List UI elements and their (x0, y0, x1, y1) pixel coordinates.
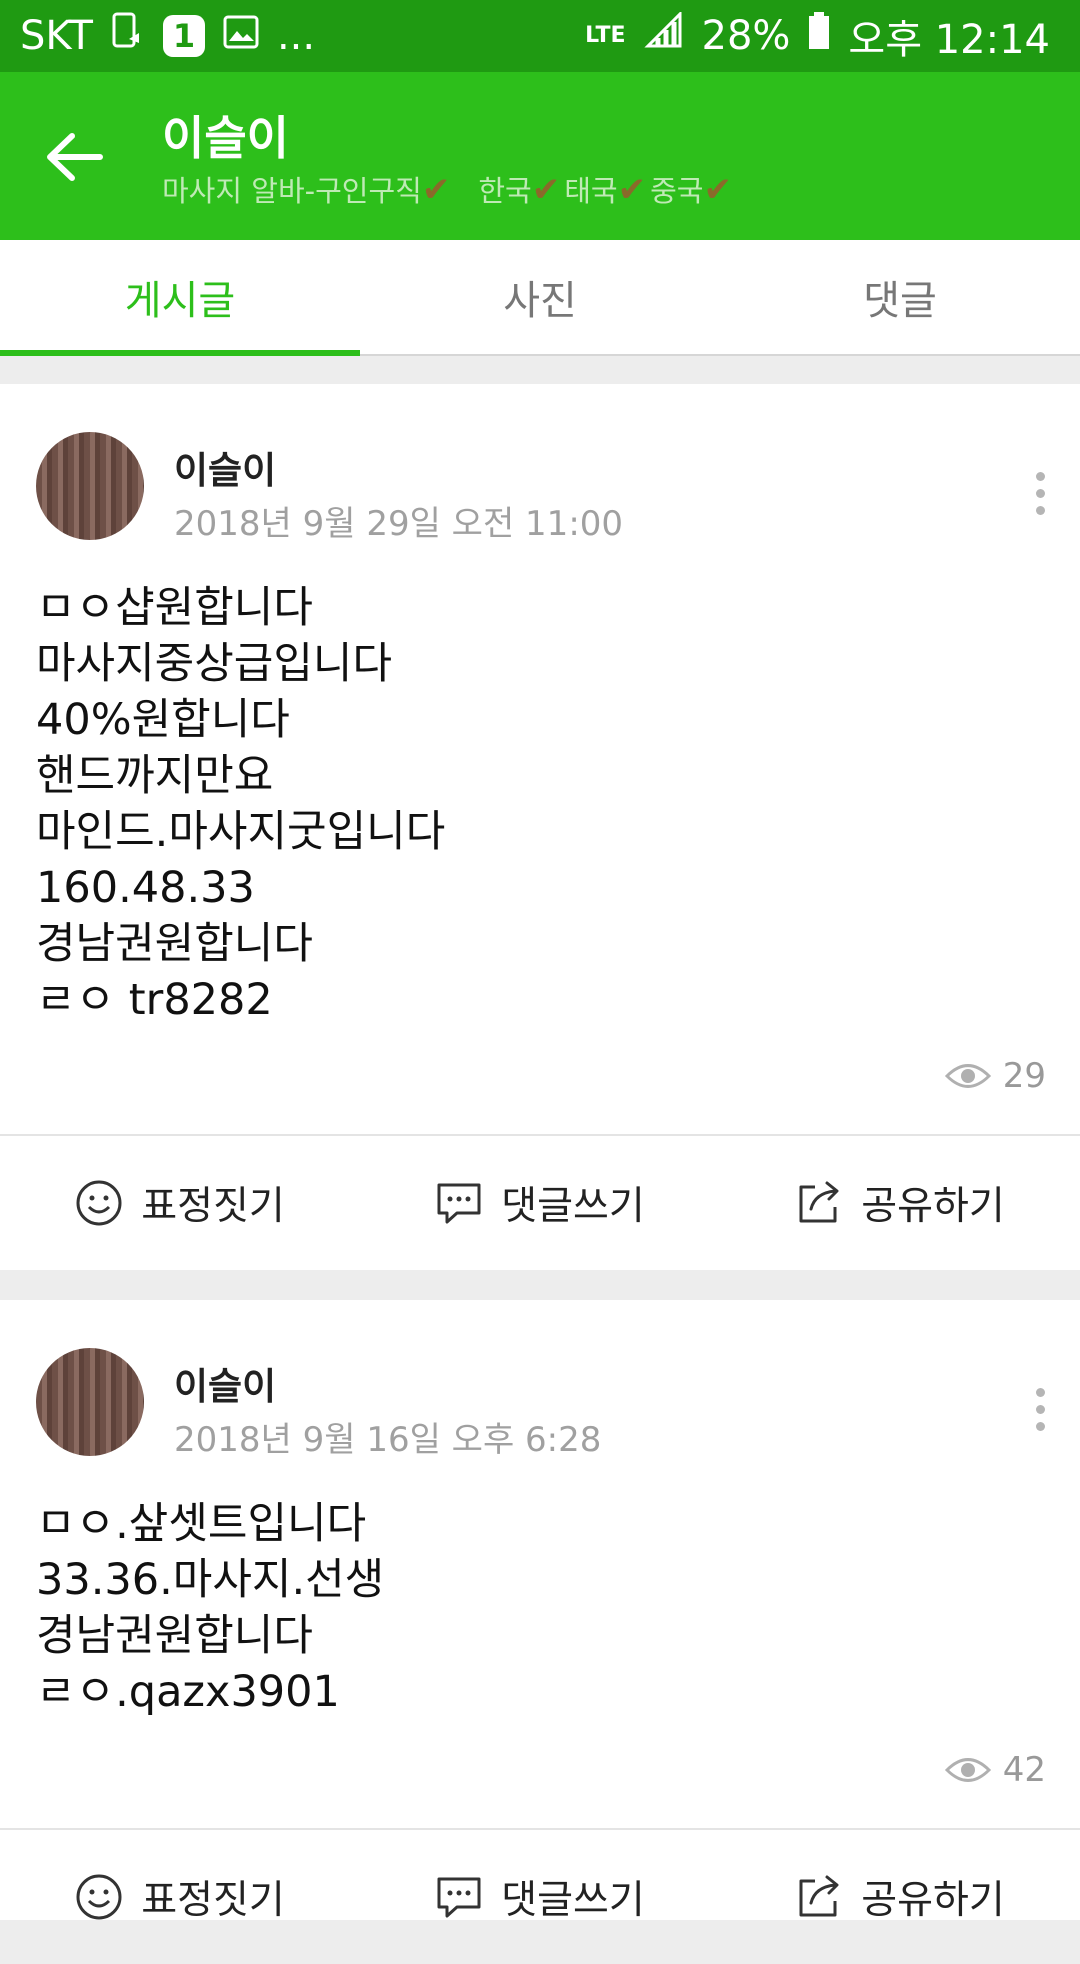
check-icon: ✔ (421, 170, 451, 210)
share-label: 공유하기 (861, 1184, 1005, 1229)
post-card: 이슬이 2018년 9월 29일 오전 11:00 ㅁㅇ샵원합니다 마사지중상급… (0, 384, 1080, 1270)
share-button[interactable]: 공유하기 (720, 1136, 1080, 1270)
comment-button[interactable]: 댓글쓰기 (360, 1830, 720, 1964)
post-author[interactable]: 이슬이 (174, 1356, 276, 1410)
comment-label: 댓글쓰기 (501, 1878, 645, 1923)
eye-icon (944, 1064, 991, 1088)
battery-icon (808, 12, 830, 60)
image-icon (223, 13, 259, 59)
react-button[interactable]: 표정짓기 (0, 1830, 360, 1964)
subtitle-tag-thailand: 태국 (564, 174, 618, 208)
react-button[interactable]: 표정짓기 (0, 1136, 360, 1270)
avatar[interactable] (36, 432, 144, 540)
comment-icon (437, 1183, 481, 1224)
eye-icon (944, 1758, 991, 1782)
post-date: 2018년 9월 29일 오전 11:00 (174, 504, 624, 544)
smiley-icon (76, 1180, 122, 1226)
back-button[interactable] (40, 122, 110, 192)
view-count: 42 (944, 1750, 1046, 1790)
comment-label: 댓글쓰기 (501, 1184, 645, 1229)
status-bar: SKT 1 ... LTE 28% 오후 12:14 (0, 0, 1080, 72)
tab-comments[interactable]: 댓글 (720, 240, 1080, 354)
share-icon (799, 1181, 839, 1223)
post-actions: 표정짓기 댓글쓰기 공유하기 (0, 1136, 1080, 1270)
tab-photos[interactable]: 사진 (360, 240, 720, 354)
view-count-value: 29 (1002, 1056, 1046, 1096)
comment-icon (437, 1877, 481, 1918)
more-options-icon[interactable] (1030, 1380, 1050, 1439)
react-label: 표정짓기 (141, 1878, 285, 1923)
view-count-value: 42 (1002, 1750, 1046, 1790)
post-body: ㅁㅇ.샆셋트입니다 33.36.마사지.선생 경남권원합니다 ㄹㅇ.qazx39… (36, 1499, 385, 1717)
post-actions: 표정짓기 댓글쓰기 공유하기 (0, 1830, 1080, 1964)
more-notifications: ... (276, 13, 316, 59)
share-icon (799, 1875, 839, 1917)
signal-icon (643, 10, 684, 60)
post-body: ㅁㅇ샵원합니다 마사지중상급입니다 40%원합니다 핸드까지만요 마인드.마사지… (36, 583, 446, 1025)
subtitle-tag-china: 중국 (650, 174, 704, 208)
clock: 오후 12:14 (848, 17, 1050, 63)
check-icon: ✔ (617, 170, 647, 210)
tab-bar: 게시글 사진 댓글 (0, 240, 1080, 356)
share-label: 공유하기 (861, 1878, 1005, 1923)
comment-button[interactable]: 댓글쓰기 (360, 1136, 720, 1270)
more-options-icon[interactable] (1030, 464, 1050, 523)
post-card: 이슬이 2018년 9월 16일 오후 6:28 ㅁㅇ.샆셋트입니다 33.36… (0, 1300, 1080, 1923)
check-icon: ✔ (703, 170, 732, 210)
app-header: 이슬이 마사지 알바-구인구직✔ 한국✔ 태국✔ 중국✔ (0, 72, 1080, 240)
react-label: 표정짓기 (141, 1184, 285, 1229)
tab-posts[interactable]: 게시글 (0, 240, 360, 356)
phone-sync-icon (111, 11, 145, 61)
post-date: 2018년 9월 16일 오후 6:28 (174, 1420, 602, 1460)
subtitle-category: 마사지 알바-구인구직 (162, 174, 422, 208)
header-subtitle: 마사지 알바-구인구직✔ 한국✔ 태국✔ 중국✔ (162, 168, 736, 210)
lte-indicator: LTE (585, 23, 626, 48)
carrier-label: SKT (20, 13, 93, 59)
subtitle-tag-korea: 한국 (478, 174, 532, 208)
page-title: 이슬이 (162, 111, 289, 165)
post-author[interactable]: 이슬이 (174, 440, 276, 494)
share-button[interactable]: 공유하기 (720, 1830, 1080, 1964)
notification-badge: 1 (162, 15, 205, 57)
avatar[interactable] (36, 1348, 144, 1456)
back-arrow-icon (47, 133, 103, 181)
view-count: 29 (944, 1056, 1046, 1096)
check-icon: ✔ (531, 170, 561, 210)
smiley-icon (76, 1874, 122, 1920)
battery-percent: 28% (701, 13, 791, 59)
